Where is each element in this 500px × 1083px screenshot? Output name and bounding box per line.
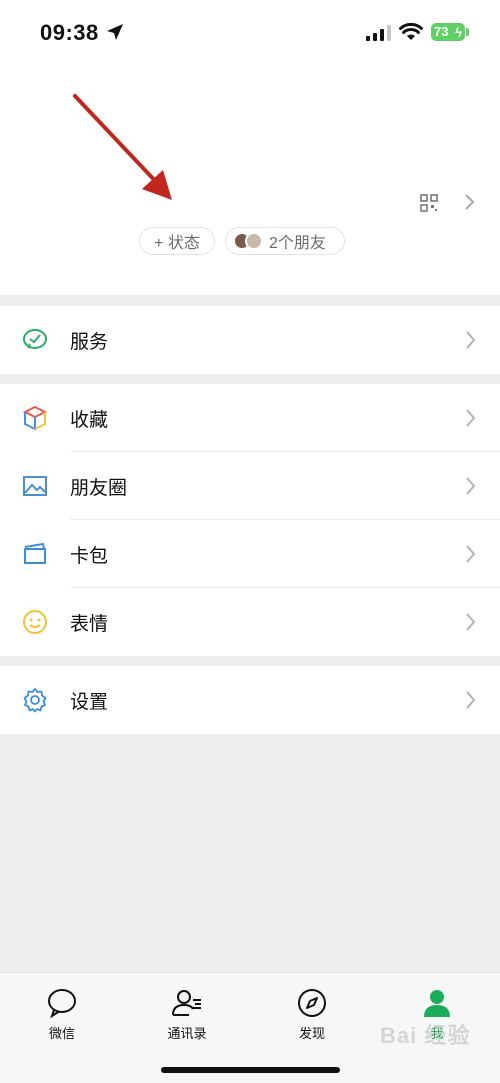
menu-item-settings[interactable]: 设置 — [0, 666, 500, 734]
moments-image-icon — [23, 476, 47, 496]
friends-label: 2个朋友 — [269, 235, 326, 252]
battery-level: 73 — [434, 24, 449, 39]
person-icon — [424, 990, 450, 1017]
charging-bolt-icon: ϟ — [455, 25, 462, 40]
service-icon — [23, 329, 47, 349]
menu-group-service: 服务 — [0, 306, 500, 374]
compass-icon — [298, 989, 326, 1017]
menu-label: 表情 — [70, 613, 109, 635]
clock: 09:38 — [40, 20, 99, 45]
status-bar: 09:38 73 ϟ — [0, 0, 500, 64]
menu-label: 服务 — [70, 331, 109, 353]
menu-group-main: 收藏 朋友圈 卡包 表情 — [0, 384, 500, 656]
chevron-right-icon — [466, 409, 476, 427]
tab-label: 微信 — [48, 1026, 75, 1041]
add-status-label: + 状态 — [154, 235, 200, 252]
smiley-icon — [23, 610, 47, 634]
chevron-right-icon — [466, 477, 476, 495]
favorites-cube-icon — [22, 405, 48, 431]
friend-avatar — [245, 232, 263, 250]
menu-item-cards[interactable]: 卡包 — [0, 520, 500, 588]
menu-label: 设置 — [70, 691, 109, 713]
chat-icon — [48, 989, 76, 1019]
tab-label: 发现 — [298, 1026, 325, 1041]
watermark: Bai 经验 — [380, 1023, 471, 1048]
annotation-arrow — [73, 94, 172, 200]
menu-item-service[interactable]: 服务 — [0, 306, 500, 374]
menu-group-settings: 设置 — [0, 666, 500, 734]
menu-label: 朋友圈 — [70, 477, 128, 499]
tab-contacts[interactable]: 通讯录 — [147, 983, 227, 1043]
tab-chats[interactable]: 微信 — [22, 983, 102, 1043]
menu-item-moments[interactable]: 朋友圈 — [0, 452, 500, 520]
location-arrow-icon — [107, 24, 123, 40]
contacts-icon — [172, 990, 201, 1016]
home-indicator[interactable] — [161, 1067, 340, 1073]
menu-label: 收藏 — [70, 409, 109, 431]
gear-icon — [23, 688, 47, 713]
menu-label: 卡包 — [70, 545, 109, 567]
chevron-right-icon — [466, 613, 476, 631]
menu-item-stickers[interactable]: 表情 — [0, 588, 500, 656]
chevron-right-icon — [466, 545, 476, 563]
qr-code-icon[interactable] — [420, 194, 438, 212]
chevron-right-icon — [466, 331, 476, 349]
chevron-right-icon — [466, 691, 476, 709]
battery-cap — [466, 28, 469, 36]
friends-status-button[interactable]: 2个朋友 — [225, 227, 345, 255]
battery-indicator: 73 ϟ — [431, 23, 465, 41]
tab-discover[interactable]: 发现 — [272, 983, 352, 1043]
wallet-card-icon — [24, 542, 46, 564]
wifi-icon — [399, 22, 423, 40]
chevron-right-icon[interactable] — [464, 193, 476, 211]
menu-item-favorites[interactable]: 收藏 — [0, 384, 500, 452]
tab-label: 通讯录 — [167, 1026, 207, 1041]
cellular-signal-icon — [366, 25, 391, 41]
add-status-button[interactable]: + 状态 — [139, 227, 215, 255]
